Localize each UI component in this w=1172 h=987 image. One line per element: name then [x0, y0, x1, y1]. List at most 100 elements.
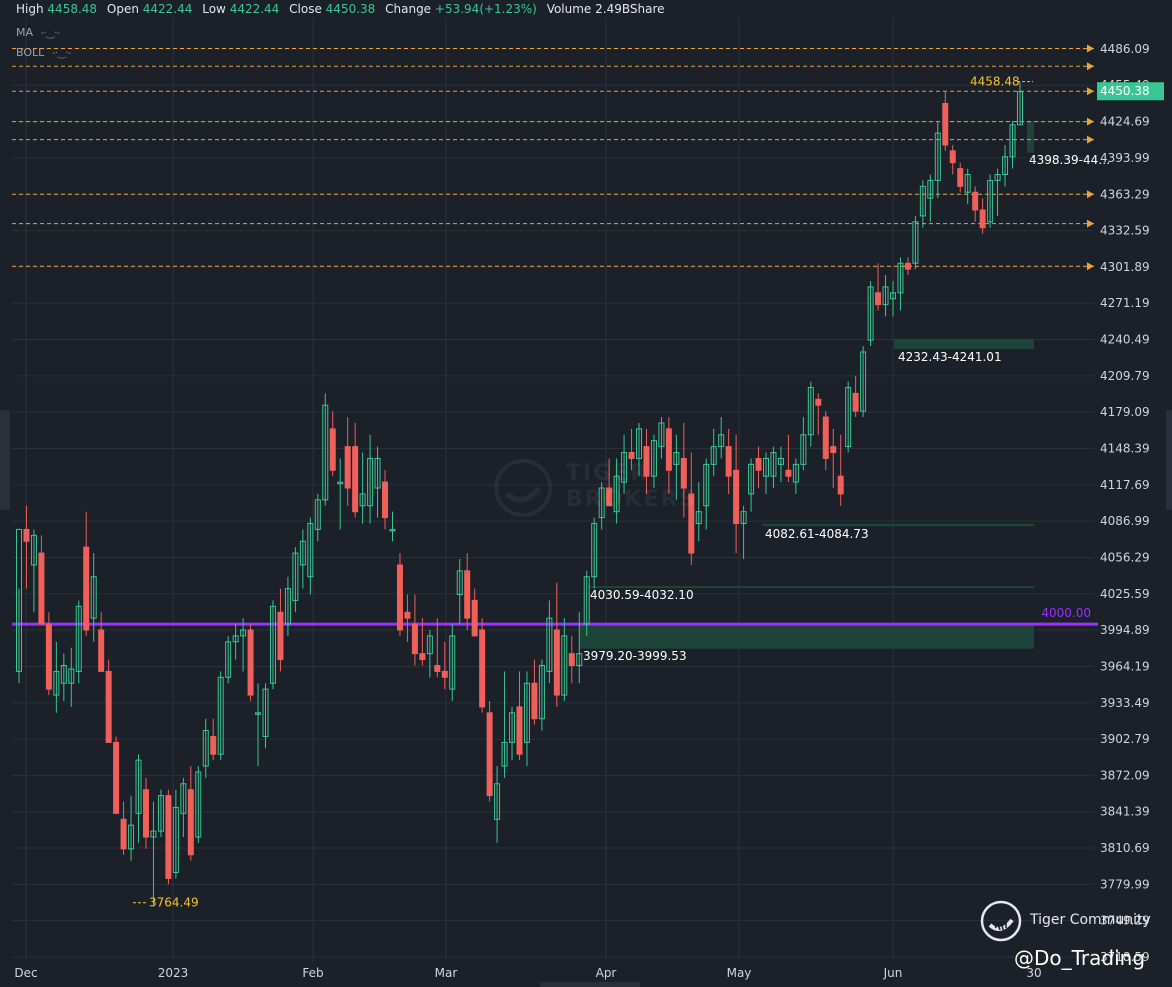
y-axis-tick-label: 3872.09 [1100, 768, 1150, 782]
x-axis-tick-label: Apr [596, 966, 617, 980]
zone-label: 4232.43-4241.01 [898, 350, 1002, 364]
candle-body [942, 103, 949, 146]
boll-indicator-toggle[interactable]: BOLL -·‿·- [16, 46, 72, 59]
candle-body [979, 209, 986, 229]
low-value: 4422.44 [229, 2, 280, 16]
x-axis-tick-label: Mar [435, 966, 458, 980]
candle-body [568, 653, 575, 666]
author-handle: @Do_Trading [1014, 946, 1146, 970]
candle-body [142, 789, 149, 838]
candle-body [344, 446, 351, 489]
y-axis-tick-label: 4209.79 [1100, 369, 1150, 383]
candle-body [329, 428, 336, 471]
watermark-line2: BROKERS [566, 487, 698, 512]
y-axis-tick-label: 3841.39 [1100, 805, 1150, 819]
last-price-label: 4450.38 [1100, 84, 1150, 98]
candle-body [852, 392, 859, 412]
y-axis-tick-label: 4148.39 [1100, 442, 1150, 456]
y-axis-tick-label: 4393.99 [1100, 151, 1150, 165]
candle-body [531, 682, 538, 720]
candle-body [479, 629, 486, 708]
candle-body [830, 446, 837, 454]
candle-body [815, 398, 822, 406]
open-value: 4422.44 [142, 2, 193, 16]
ma-indicator-toggle[interactable]: MA -·‿·- [16, 26, 61, 39]
candle-body [471, 599, 478, 637]
y-axis-tick-label: 4363.29 [1100, 187, 1150, 201]
candle-body [45, 623, 52, 690]
support-zone [579, 624, 1034, 649]
y-axis-tick-label: 3994.89 [1100, 623, 1150, 637]
y-axis-tick-label: 4240.49 [1100, 333, 1150, 347]
volume-label: Volume [546, 2, 592, 16]
volume-value: 2.49BShare [595, 2, 665, 16]
change-label: Change [385, 2, 432, 16]
tiger-logo-icon [980, 900, 1022, 942]
close-label: Close [289, 2, 322, 16]
candle-body [404, 611, 411, 619]
bottom-scroll-handle[interactable] [540, 982, 640, 987]
candle-body [822, 416, 829, 459]
open-label: Open [106, 2, 139, 16]
candle-body [904, 262, 911, 270]
round-level-label: 4000.00 [1041, 606, 1091, 620]
y-axis-tick-label: 3810.69 [1100, 841, 1150, 855]
candle-body [352, 446, 359, 513]
candle-body [23, 528, 30, 542]
x-axis-tick-label: 2023 [158, 966, 189, 980]
low-label: Low [202, 2, 226, 16]
y-axis-tick-label: 4086.99 [1100, 514, 1150, 528]
candle-body [277, 611, 284, 661]
zone-label: 4398.39-44… [1029, 153, 1110, 167]
tiger-logo-watermark-icon [494, 459, 552, 517]
boll-indicator-label: BOLL [16, 46, 45, 59]
ohlc-summary-bar: High 4458.48 Open 4422.44 Low 4422.44 Cl… [0, 0, 1172, 18]
y-axis-tick-label: 4025.59 [1100, 587, 1150, 601]
high-annotation: 4458.48 [970, 75, 1020, 89]
right-scroll-handle[interactable] [1166, 410, 1172, 510]
candle-body [516, 706, 523, 755]
candle-body [105, 670, 112, 743]
candle-body [396, 564, 403, 631]
y-axis-tick-label: 4301.89 [1100, 260, 1150, 274]
broker-watermark: TIGER BROKERS [566, 461, 697, 513]
high-label: High [16, 2, 44, 16]
zone-label: 3979.20-3999.53 [583, 649, 687, 663]
y-axis-tick-label: 3779.99 [1100, 877, 1150, 891]
candle-body [875, 292, 882, 306]
candle-body [464, 570, 471, 619]
high-value: 4458.48 [47, 2, 98, 16]
ma-indicator-label: MA [16, 26, 34, 39]
y-axis-tick-label: 4332.59 [1100, 224, 1150, 238]
y-axis-tick-label: 4117.69 [1100, 478, 1150, 492]
candle-body [486, 712, 493, 797]
candle-body [733, 469, 740, 525]
candle-body [411, 623, 418, 655]
candle-body [957, 168, 964, 187]
candle-body [113, 741, 120, 814]
candle-body [83, 546, 90, 631]
y-axis-tick-label: 3902.79 [1100, 732, 1150, 746]
hidden-eye-icon[interactable]: -·‿·- [52, 46, 72, 59]
candle-body [382, 481, 389, 519]
candle-body [837, 475, 844, 495]
y-axis-tick-label: 4179.09 [1100, 405, 1150, 419]
candle-body [949, 150, 956, 164]
x-axis-tick-label: Dec [14, 966, 37, 980]
candle-body [972, 191, 979, 211]
hidden-eye-icon[interactable]: -·‿·- [41, 26, 61, 39]
watermark-line1: TIGER [566, 461, 650, 486]
candle-body [210, 735, 217, 755]
candle-body [247, 629, 254, 696]
zone-label: 4030.59-4032.10 [590, 588, 694, 602]
left-scroll-handle[interactable] [0, 410, 10, 510]
candle-body [785, 469, 792, 477]
support-zone [894, 338, 1034, 350]
candle-body [628, 452, 635, 459]
candle-body [120, 818, 127, 850]
low-annotation: 3764.49 [149, 896, 199, 910]
close-value: 4450.38 [325, 2, 376, 16]
change-value: +53.94(+1.23%) [434, 2, 537, 16]
y-axis-tick-label: 4271.19 [1100, 296, 1150, 310]
candle-body [419, 653, 426, 661]
